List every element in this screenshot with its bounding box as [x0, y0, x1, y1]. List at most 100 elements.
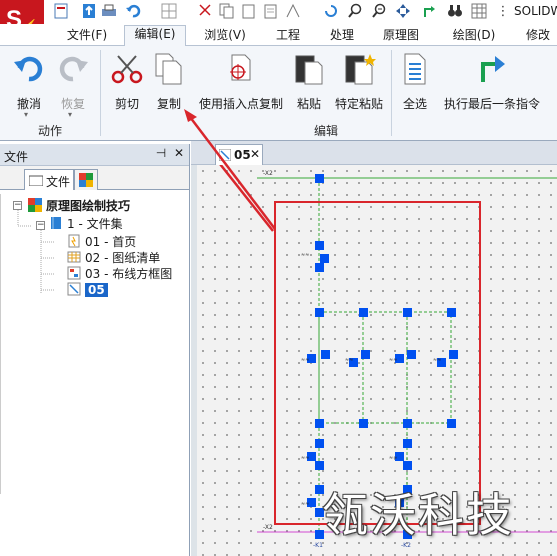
group-actions: 撤消 ▾ 恢复 ▾ 动作: [0, 46, 100, 139]
move-icon[interactable]: [394, 3, 412, 21]
grid-table-icon[interactable]: [470, 3, 488, 21]
wiring-diagram-icon: [67, 266, 81, 280]
ribbon: 撤消 ▾ 恢复 ▾ 动作 剪切 复制 使用插入点复制 粘贴 特定粘贴 全选 执行…: [0, 46, 557, 141]
book-icon: [51, 217, 61, 229]
svg-text:≈≈: ≈≈: [345, 357, 353, 363]
annotation-arrow: [219, 165, 274, 232]
copy-with-insertion-point-button[interactable]: 使用插入点复制: [193, 52, 289, 112]
binoculars-icon[interactable]: [446, 3, 464, 21]
new-doc-icon[interactable]: [52, 3, 70, 21]
paste-special-button[interactable]: 特定粘贴: [331, 52, 387, 112]
bus-label-top: -X2: [263, 170, 273, 177]
tree-item-drawing-list-label: 02 - 图纸清单: [85, 251, 161, 265]
tree-item-wiring-diagram-label: 03 - 布线方框图: [85, 267, 173, 281]
group-edit: 剪切 复制 使用插入点复制 粘贴 特定粘贴 全选 执行最后一条指令 编辑: [101, 46, 557, 139]
collapse-root-icon[interactable]: −: [13, 201, 22, 210]
tree-item-cover-label: 01 - 首页: [85, 235, 137, 249]
paste-label: 粘贴: [296, 97, 321, 111]
close-icon[interactable]: ✕: [172, 146, 186, 160]
tree-item-cover[interactable]: 01 - 首页: [67, 234, 136, 250]
paste-special-label: 特定粘贴: [334, 97, 383, 111]
ribbon-tab-bar: 文件(F) 编辑(E) 浏览(V) 工程 处理 原理图 绘图(D) 修改: [0, 24, 557, 47]
redo-label: 恢复: [60, 97, 85, 111]
copy-file-icon[interactable]: [240, 3, 258, 21]
components-icon: [79, 173, 93, 187]
repeat-last-command-button[interactable]: 执行最后一条指令: [437, 52, 547, 112]
watermark: 瓴沃科技: [322, 488, 514, 542]
pin-icon[interactable]: ⊣: [154, 146, 168, 160]
panel-tabs: 文件: [0, 166, 189, 190]
undo-button[interactable]: 撤消: [8, 52, 50, 112]
tab-schematic[interactable]: 原理图: [376, 27, 426, 46]
copy-button[interactable]: 复制: [149, 52, 189, 112]
tree-book-label: 1 - 文件集: [67, 217, 123, 231]
redo-dropdown-icon[interactable]: ▾: [68, 110, 72, 119]
document-tab-strip: 05 ✕: [191, 141, 557, 165]
select-all-button[interactable]: 全选: [395, 52, 435, 112]
paste-button[interactable]: 粘贴: [291, 52, 327, 112]
cut-button[interactable]: 剪切: [107, 52, 147, 112]
panel-title: 文件: [4, 150, 29, 164]
tab-edit[interactable]: 编辑(E): [124, 25, 186, 47]
tab-view[interactable]: 浏览(V): [196, 27, 254, 46]
tab-file[interactable]: 文件(F): [58, 27, 116, 46]
collapse-book-icon[interactable]: −: [36, 221, 45, 230]
undo-icon: [14, 56, 43, 82]
paste-special-icon: [345, 54, 376, 85]
redo-button[interactable]: 恢复: [52, 52, 94, 112]
tab-modify[interactable]: 修改: [518, 27, 557, 46]
document-tab-05[interactable]: 05 ✕: [215, 144, 263, 165]
page-icon: [68, 234, 80, 248]
document-tab-close-icon[interactable]: ✕: [250, 147, 260, 161]
redo-icon[interactable]: [420, 3, 438, 21]
window-title: SOLIDW: [514, 4, 557, 18]
copy-icon: [155, 53, 182, 85]
panel-tab-files[interactable]: 文件: [24, 169, 74, 190]
copy-with-insertion-point-icon: [230, 54, 251, 81]
quick-access-toolbar: S⚡ ⋮ SOLIDW: [0, 0, 557, 46]
tab-draw[interactable]: 绘图(D): [444, 27, 504, 46]
tree-root-label: 原理图绘制技巧: [46, 199, 131, 213]
tree-root[interactable]: 原理图绘制技巧: [28, 198, 130, 214]
grid-icon[interactable]: [160, 3, 178, 21]
drawing-list-icon: [67, 251, 81, 263]
tab-project[interactable]: 工程: [268, 27, 308, 46]
tab-process[interactable]: 处理: [322, 27, 362, 46]
svg-text:≈≈: ≈≈: [301, 252, 309, 258]
highlight-rectangle: [274, 201, 481, 525]
panel-tab-files-label: 文件: [46, 175, 71, 189]
cut-icon[interactable]: [196, 3, 214, 21]
zoom-in-icon[interactable]: [346, 3, 364, 21]
tree-item-drawing-list[interactable]: 02 - 图纸清单: [67, 250, 160, 266]
document-tab-label: 05: [234, 148, 251, 162]
scissors-icon: [111, 55, 143, 84]
tree-item-05[interactable]: 05: [67, 282, 108, 298]
panel-header: 文件 ⊣ ✕: [0, 144, 189, 166]
panel-tab-components[interactable]: [74, 169, 98, 190]
svg-text:≈≈: ≈≈: [389, 357, 397, 363]
refresh-icon[interactable]: [322, 3, 340, 21]
print-icon[interactable]: [100, 3, 118, 21]
contact-matrix: [318, 311, 452, 424]
tree-item-wiring-diagram[interactable]: 03 - 布线方框图: [67, 266, 172, 282]
copy-label: 复制: [156, 97, 181, 111]
copy-icon[interactable]: [218, 3, 236, 21]
project-icon: [28, 198, 42, 212]
undo-dropdown-icon[interactable]: ▾: [24, 110, 28, 119]
paste-icon[interactable]: [262, 3, 280, 21]
repeat-last-command-icon: [481, 56, 505, 82]
export-icon[interactable]: [80, 3, 98, 21]
svg-text:≈≈: ≈≈: [433, 357, 441, 363]
schematic-icon: [219, 149, 231, 161]
svg-text:≈≈: ≈≈: [301, 501, 309, 507]
select-all-icon: [404, 53, 426, 85]
zoom-fit-icon[interactable]: [370, 3, 388, 21]
schematic-icon: [67, 282, 81, 296]
select-all-label: 全选: [402, 97, 427, 111]
mirror-icon[interactable]: [284, 3, 302, 21]
file-tree: − 原理图绘制技巧 − 1 - 文件集 01 - 首页 02 - 图纸清单 03…: [0, 194, 188, 494]
undo-icon[interactable]: [124, 3, 142, 21]
svg-text:≈≈: ≈≈: [389, 455, 397, 461]
tree-book[interactable]: 1 - 文件集: [49, 216, 123, 232]
more-icon[interactable]: ⋮: [494, 3, 512, 21]
